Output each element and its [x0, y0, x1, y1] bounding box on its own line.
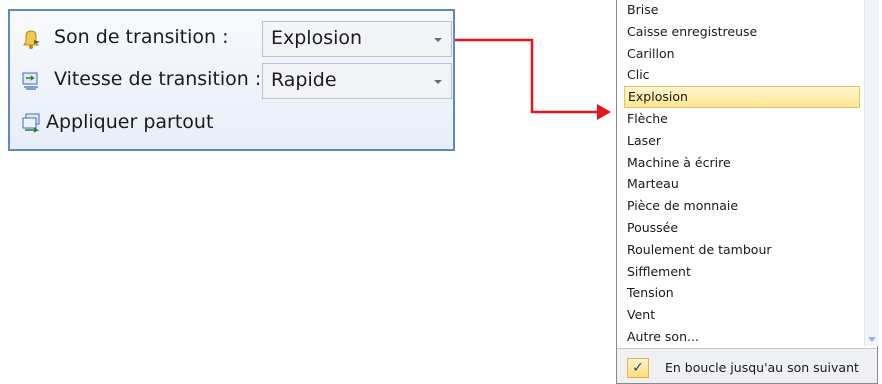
list-item[interactable]: Carillon	[624, 43, 860, 65]
loop-option[interactable]: ✓ En boucle jusqu'au son suivant	[617, 348, 877, 383]
list-item[interactable]: Clic	[624, 64, 860, 86]
list-item[interactable]: Marteau	[624, 173, 860, 195]
list-item[interactable]: Laser	[624, 130, 860, 152]
list-item[interactable]: Flèche	[624, 108, 860, 130]
sound-options: Brise Caisse enregistreuse Carillon Clic Exp…	[624, 0, 860, 348]
list-item[interactable]: Machine à écrire	[624, 152, 860, 174]
list-item[interactable]: Poussée	[624, 217, 860, 239]
list-item[interactable]: Autre son...	[624, 326, 860, 348]
list-item[interactable]: Roulement de tambour	[624, 239, 860, 261]
scroll-down-arrow-icon[interactable]	[868, 337, 876, 342]
loop-option-label: En boucle jusqu'au son suivant	[665, 360, 859, 375]
list-item[interactable]: Brise	[624, 0, 860, 21]
sound-dropdown-list[interactable]: Brise Caisse enregistreuse Carillon Clic Exp…	[616, 0, 879, 384]
list-item[interactable]: Caisse enregistreuse	[624, 21, 860, 43]
list-item[interactable]: Vent	[624, 304, 860, 326]
list-item[interactable]: Pièce de monnaie	[624, 195, 860, 217]
list-item[interactable]: Sifflement	[624, 261, 860, 283]
list-scrollbar[interactable]	[864, 0, 879, 346]
checkmark-icon[interactable]: ✓	[627, 358, 649, 378]
list-item[interactable]: Tension	[624, 282, 860, 304]
list-item-selected[interactable]: Explosion	[624, 86, 860, 108]
